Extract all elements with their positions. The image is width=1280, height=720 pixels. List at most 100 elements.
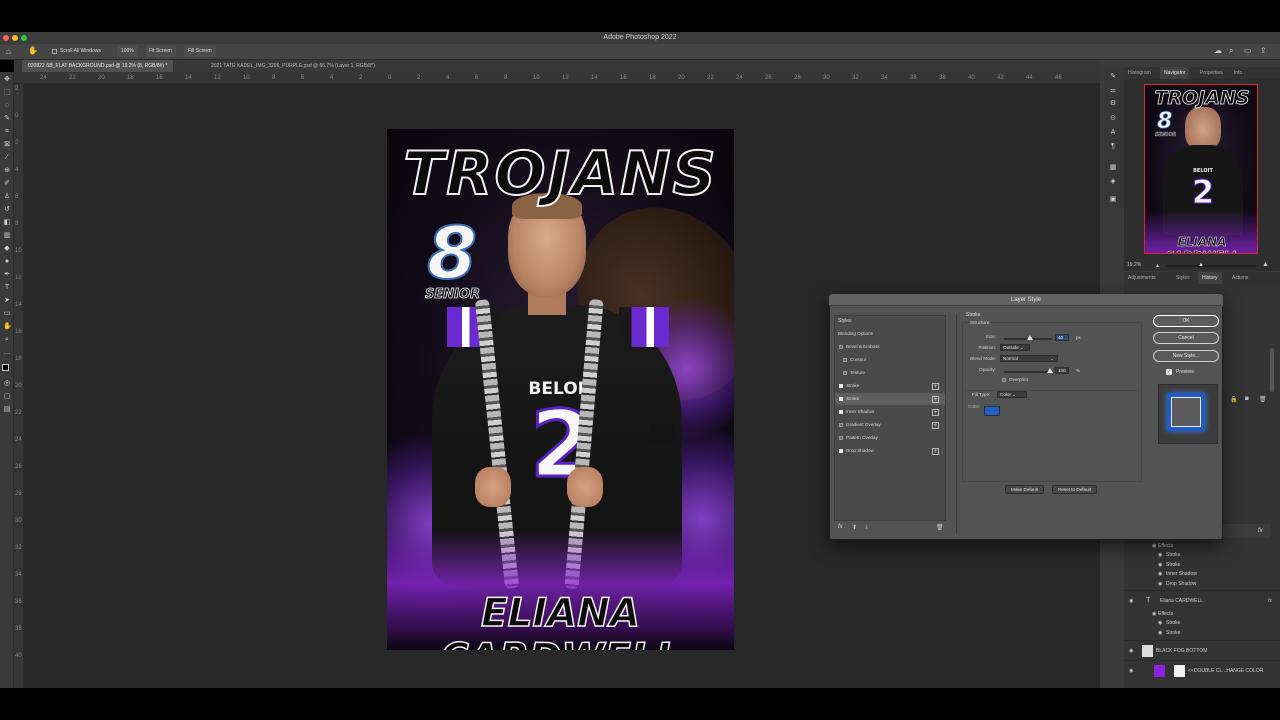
screen-mode-icon[interactable]: ▢ (3, 393, 11, 401)
layer-visibility-eye-icon[interactable]: ◉ (1129, 641, 1133, 661)
style-item-contour[interactable]: Contour (835, 354, 945, 366)
clone-stamp-tool-icon[interactable]: ♙ (3, 193, 11, 201)
position-select[interactable]: Outside ⌄ (1000, 344, 1030, 351)
text-layer-fx-icon[interactable]: fx (1268, 591, 1272, 611)
move-tool-icon[interactable]: ✥ (3, 76, 11, 84)
style-checkbox[interactable] (839, 449, 843, 453)
zoom-out-icon[interactable]: ▴ (1156, 262, 1159, 269)
search-icon[interactable]: ⌕ (1229, 46, 1233, 56)
color-fill-thumbnail[interactable] (1154, 665, 1165, 677)
style-item-inner-shadow[interactable]: Inner Shadow + (835, 406, 945, 418)
layer-black-fog-bottom[interactable]: ◉ BLACK FOG BOTTOM (1124, 640, 1280, 660)
opacity-slider-knob[interactable] (1047, 368, 1053, 373)
zoom-tool-icon[interactable]: ⌕ (3, 336, 11, 344)
opacity-slider[interactable] (1004, 371, 1052, 373)
size-slider-knob[interactable] (1027, 335, 1034, 340)
add-effect-instance-icon[interactable]: + (932, 383, 939, 390)
style-item-bevel-emboss[interactable]: Bevel & Emboss (835, 341, 945, 353)
fill-type-select[interactable]: Color ⌄ (997, 391, 1027, 398)
cancel-button[interactable]: Cancel (1153, 332, 1219, 344)
crop-tool-icon[interactable]: ⌗ (3, 128, 11, 136)
add-effect-instance-icon[interactable]: + (932, 422, 939, 429)
effect-item[interactable]: ◉ Drop Shadow (1124, 580, 1280, 589)
libraries-icon[interactable]: ▦ (1109, 164, 1117, 172)
share-icon[interactable]: ⇪ (1260, 46, 1267, 55)
layer-double-click-change-color[interactable]: ◉ <<DOUBLE CL...HANGE COLOR (1124, 660, 1280, 680)
effect-visibility-eye-icon[interactable]: ◉ (1158, 629, 1162, 638)
add-effect-instance-icon[interactable]: + (932, 448, 939, 455)
eyedropper-tool-icon[interactable]: ⁄ (3, 154, 11, 162)
style-checkbox[interactable] (839, 397, 843, 401)
style-checkbox[interactable] (839, 410, 843, 414)
scroll-all-windows-checkbox[interactable] (52, 49, 57, 54)
effect-item[interactable]: ◉ Stroke (1124, 551, 1280, 560)
ok-button[interactable]: OK (1153, 315, 1219, 327)
effect-visibility-eye-icon[interactable]: ◉ (1152, 610, 1156, 619)
blur-tool-icon[interactable]: ◆ (3, 245, 11, 253)
style-item-pattern-overlay[interactable]: Pattern Overlay (835, 432, 945, 444)
workspace-icon[interactable]: ▭ (1244, 46, 1252, 55)
size-input[interactable]: 40 (1055, 334, 1069, 341)
reset-to-default-button[interactable]: Reset to Default (1052, 485, 1097, 494)
layer-style-dialog-title[interactable]: Layer Style (829, 294, 1223, 306)
marquee-tool-icon[interactable]: ⬚ (3, 89, 11, 97)
make-default-button[interactable]: Make Default (1005, 485, 1045, 494)
effect-visibility-eye-icon[interactable]: ◉ (1158, 570, 1162, 579)
effect-visibility-eye-icon[interactable]: ◉ (1158, 561, 1162, 570)
navigator-zoom-value[interactable]: 19.2% (1127, 262, 1141, 268)
effect-item[interactable]: ◉ Stroke (1124, 561, 1280, 570)
foreground-color-swatch[interactable] (2, 364, 9, 371)
shapes-icon[interactable]: ◈ (1109, 178, 1117, 186)
blend-mode-select[interactable]: Normal ⌄ (1000, 355, 1058, 362)
hand-tool-icon[interactable]: ✋ (28, 46, 38, 55)
panel-tab-info[interactable]: Info (1230, 67, 1246, 79)
pen-tool-icon[interactable]: ✒ (3, 271, 11, 279)
panel-tab-adjustments[interactable]: Adjustments (1124, 272, 1160, 284)
style-checkbox[interactable] (839, 423, 843, 427)
clone-source-icon[interactable]: ⊙ (1109, 115, 1117, 123)
effect-item[interactable]: ◉ Stroke (1124, 619, 1280, 628)
character-icon[interactable]: A (1109, 129, 1117, 137)
style-checkbox[interactable] (839, 384, 843, 388)
panel-tab-navigator[interactable]: Navigator (1160, 67, 1190, 79)
style-item-stroke[interactable]: Stroke + (835, 393, 945, 405)
layer-delete-icon[interactable]: 🗑 (1259, 396, 1267, 403)
effect-visibility-eye-icon[interactable]: ◉ (1152, 542, 1156, 551)
quick-select-tool-icon[interactable]: ✎ (3, 115, 11, 123)
effect-visibility-eye-icon[interactable]: ◉ (1158, 619, 1162, 628)
layer-visibility-eye-icon[interactable]: ◉ (1129, 661, 1133, 681)
navigator-zoom-slider[interactable] (1166, 265, 1256, 267)
layer-camera-icon[interactable]: ◙ (1245, 396, 1249, 402)
home-icon[interactable]: ⌂ (6, 47, 11, 56)
panel-tab-properties[interactable]: Properties (1196, 67, 1227, 79)
lasso-tool-icon[interactable]: ◌ (3, 102, 11, 110)
panel-tab-history[interactable]: History (1198, 272, 1222, 284)
frame-tool-icon[interactable]: ⊠ (3, 141, 11, 149)
text-layer-eliana-cardwell[interactable]: ◉ T Eliana CARDWELL fx (1124, 590, 1280, 610)
layer-lock-icon[interactable]: 🔒 (1230, 396, 1237, 403)
panel-tab-actions[interactable]: Actions (1228, 272, 1252, 284)
gradient-tool-icon[interactable]: ▥ (3, 232, 11, 240)
style-item-stroke[interactable]: Stroke + (835, 380, 945, 392)
effect-visibility-eye-icon[interactable]: ◉ (1158, 580, 1162, 589)
brush-tool-icon[interactable]: ✐ (3, 180, 11, 188)
effects-group-header-2[interactable]: ◉ Effects (1124, 610, 1280, 619)
glyphs-icon[interactable]: ▣ (1109, 196, 1117, 204)
styles-header[interactable]: Styles (838, 318, 852, 324)
style-item-drop-shadow[interactable]: Drop Shadow + (835, 445, 945, 457)
style-item-gradient-overlay[interactable]: Gradient Overlay + (835, 419, 945, 431)
overprint-checkbox[interactable] (1002, 378, 1006, 382)
navigator-thumbnail[interactable]: TROJANS 8 SENIOR BELOIT 2 ELIANA CARDWEL… (1144, 84, 1258, 254)
effect-visibility-eye-icon[interactable]: ◉ (1158, 551, 1162, 560)
navigator-zoom-knob[interactable]: ▲ (1198, 262, 1204, 268)
history-brush-tool-icon[interactable]: ↺ (3, 206, 11, 214)
artboard-icon[interactable]: ▤ (3, 406, 11, 414)
fill-screen-button[interactable]: Fill Screen (184, 46, 216, 57)
preview-checkbox[interactable]: ✓ (1166, 369, 1172, 375)
layers-scrollbar[interactable] (1270, 348, 1274, 392)
add-effect-instance-icon[interactable]: + (932, 396, 939, 403)
add-effect-fx-icon[interactable]: fx (838, 524, 843, 530)
panel-tab-histogram[interactable]: Histogram (1124, 67, 1155, 79)
quick-mask-icon[interactable]: ◎ (3, 380, 11, 388)
fit-screen-button[interactable]: Fit Screen (145, 46, 176, 57)
